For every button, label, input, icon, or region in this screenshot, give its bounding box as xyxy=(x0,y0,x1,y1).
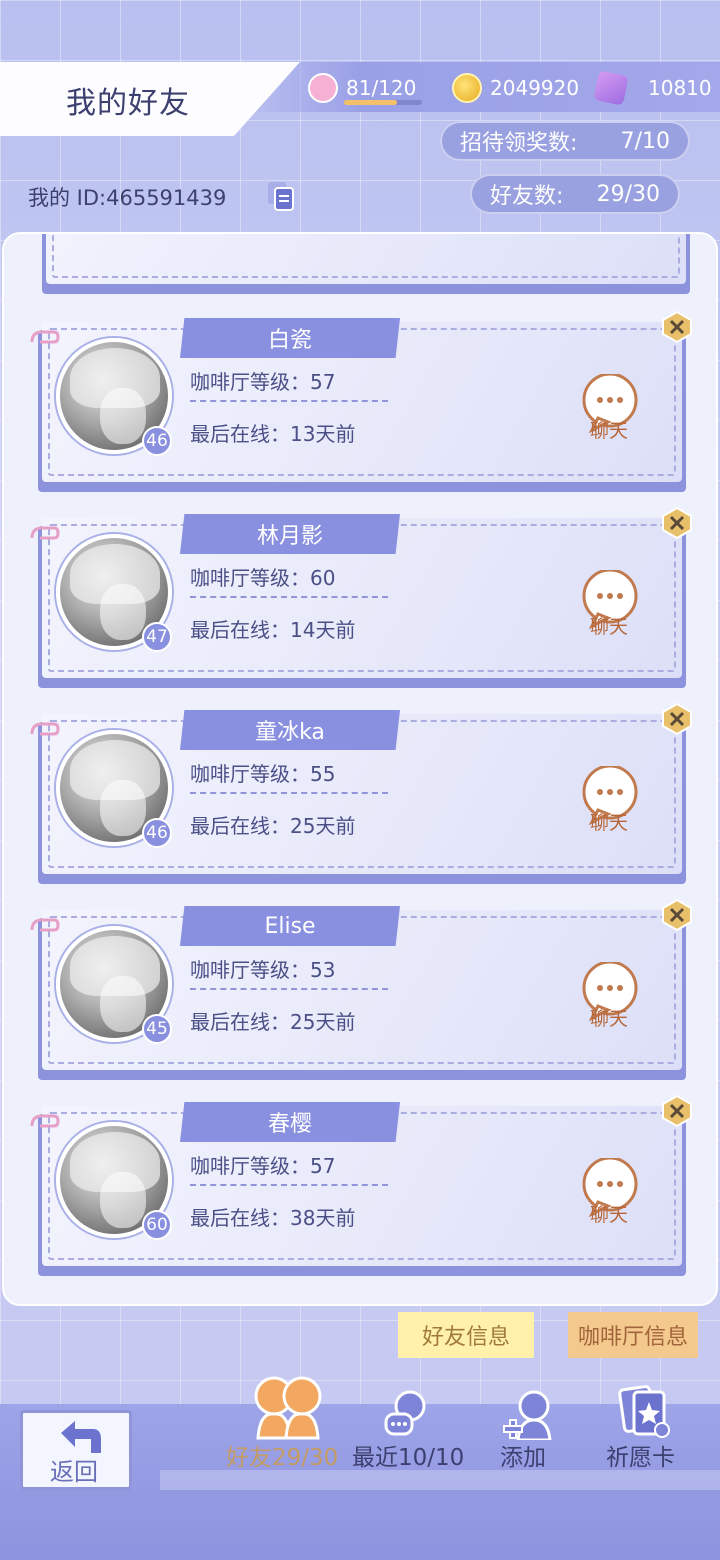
stamina-bar xyxy=(344,100,422,105)
cafe-level: 咖啡厅等级：55 xyxy=(190,762,336,786)
last-online: 最后在线：38天前 xyxy=(190,1206,356,1230)
friend-name: 童冰ka xyxy=(180,710,400,750)
friend-count-pill: 好友数: 29/30 xyxy=(470,174,680,214)
cafe-level: 咖啡厅等级：60 xyxy=(190,566,336,590)
friend-level-badge: 46 xyxy=(142,426,172,456)
friend-name: Elise xyxy=(180,906,400,946)
nav-recent[interactable]: 最近10/10 xyxy=(352,1438,464,1472)
last-online: 最后在线：25天前 xyxy=(190,1010,356,1034)
friend-level-badge: 60 xyxy=(142,1210,172,1240)
add-friend-icon xyxy=(503,1390,552,1440)
copy-icon[interactable] xyxy=(266,180,296,212)
reward-count-pill: 招待领奖数: 7/10 xyxy=(440,121,690,161)
page-title: 我的好友 xyxy=(66,86,190,121)
remove-pin-icon[interactable] xyxy=(660,310,694,344)
cake-icon xyxy=(308,73,338,103)
stamina-bar-fill xyxy=(344,100,397,105)
stamina-value: 81/120 xyxy=(346,76,417,100)
friend-card[interactable]: 林月影 47 咖啡厅等级：60 最后在线：14天前 聊天 xyxy=(30,506,692,688)
nav-wish-card[interactable]: 祈愿卡 xyxy=(606,1438,675,1472)
friend-name: 林月影 xyxy=(180,514,400,554)
remove-pin-icon[interactable] xyxy=(660,506,694,540)
gem-display[interactable]: 10810 xyxy=(593,70,712,106)
remove-pin-icon[interactable] xyxy=(660,702,694,736)
remove-pin-icon[interactable] xyxy=(660,1094,694,1128)
last-online: 最后在线：14天前 xyxy=(190,618,356,642)
friend-name: 白瓷 xyxy=(180,318,400,358)
back-label: 返回 xyxy=(50,1458,98,1486)
tab-friend-info[interactable]: 好友信息 xyxy=(398,1312,534,1358)
divider xyxy=(190,792,388,794)
gem-icon xyxy=(593,70,629,106)
recent-icon xyxy=(384,1390,426,1436)
cafe-level: 咖啡厅等级：57 xyxy=(190,1154,336,1178)
gem-value: 10810 xyxy=(648,76,712,100)
chat-button-label: 聊天 xyxy=(590,420,629,442)
chat-button-label: 聊天 xyxy=(590,616,629,638)
coin-icon xyxy=(452,73,482,103)
divider xyxy=(190,988,388,990)
wish-card-icon xyxy=(618,1385,670,1438)
reward-label: 招待领奖数: xyxy=(460,131,578,156)
chat-button-label: 聊天 xyxy=(590,1008,629,1030)
friend-card[interactable]: Elise 45 咖啡厅等级：53 最后在线：25天前 聊天 xyxy=(30,898,692,1080)
friend-card[interactable]: 白瓷 46 咖啡厅等级：57 最后在线：13天前 聊天 xyxy=(30,310,692,492)
chat-button-label: 聊天 xyxy=(590,812,629,834)
friend-card-partial xyxy=(42,234,690,294)
nav-friends[interactable]: 好友29/30 xyxy=(226,1438,338,1472)
my-id: 我的 ID:465591439 xyxy=(28,186,227,210)
paperclip-icon xyxy=(30,330,60,344)
friend-card[interactable]: 童冰ka 46 咖啡厅等级：55 最后在线：25天前 聊天 xyxy=(30,702,692,884)
coin-value: 2049920 xyxy=(490,76,580,100)
chat-button-label: 聊天 xyxy=(590,1204,629,1226)
friend-card[interactable]: 春樱 60 咖啡厅等级：57 最后在线：38天前 聊天 xyxy=(30,1094,692,1276)
divider xyxy=(190,1184,388,1186)
paperclip-icon xyxy=(30,918,60,932)
tab-cafe-info[interactable]: 咖啡厅信息 xyxy=(568,1312,698,1358)
cafe-level: 咖啡厅等级：57 xyxy=(190,370,336,394)
friend-count-label: 好友数: xyxy=(490,184,564,209)
last-online: 最后在线：25天前 xyxy=(190,814,356,838)
nav-add[interactable]: 添加 xyxy=(500,1438,546,1472)
reward-value: 7/10 xyxy=(620,128,670,154)
coin-display[interactable]: 2049920 xyxy=(452,70,579,106)
paperclip-icon xyxy=(30,1114,60,1128)
divider xyxy=(190,400,388,402)
remove-pin-icon[interactable] xyxy=(660,898,694,932)
friend-count-value: 29/30 xyxy=(596,181,660,207)
paperclip-icon xyxy=(30,722,60,736)
last-online: 最后在线：13天前 xyxy=(190,422,356,446)
paperclip-icon xyxy=(30,526,60,540)
bottom-band xyxy=(160,1470,720,1490)
divider xyxy=(190,596,388,598)
cafe-level: 咖啡厅等级：53 xyxy=(190,958,336,982)
friends-icon xyxy=(254,1376,322,1440)
friend-level-badge: 45 xyxy=(142,1014,172,1044)
return-arrow-icon xyxy=(61,1421,101,1453)
friend-level-badge: 47 xyxy=(142,622,172,652)
friend-level-badge: 46 xyxy=(142,818,172,848)
friend-name: 春樱 xyxy=(180,1102,400,1142)
